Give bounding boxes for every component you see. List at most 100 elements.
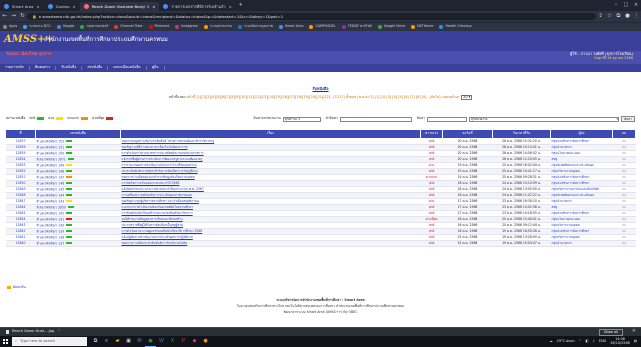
doc-number: ที่ นพ 04049/ว 138 xyxy=(36,235,65,240)
legend-item: ด่วนมาก xyxy=(67,117,89,121)
department-select[interactable]: ทุกหน่วยงาน ▾ xyxy=(469,116,619,122)
browser-tab[interactable]: รายการเอกสารที่มีการรับเข้าแล้ว × xyxy=(159,2,235,11)
status-filter-select[interactable]: ทุกสถานะ ▾ xyxy=(282,116,321,122)
tab-close-icon[interactable]: × xyxy=(73,4,76,9)
search-button[interactable]: ค้นหา xyxy=(621,116,635,122)
back-link[interactable]: ย้อนกลับ xyxy=(7,285,26,290)
profile-icon[interactable]: ● xyxy=(623,13,632,20)
app-icon[interactable]: ● xyxy=(200,336,211,347)
browser-tab[interactable]: Smart Area × xyxy=(0,2,44,11)
back-arrow-icon[interactable]: ← xyxy=(0,13,9,20)
menu-item[interactable]: คู่มือ xyxy=(147,66,165,70)
menu-item[interactable]: รายการหลัก xyxy=(0,66,30,70)
tab-favicon-icon xyxy=(163,4,169,9)
table-row[interactable]: 12840 ที่ นพ 04049/ว 137 ขอความร่วมมือประช… xyxy=(5,240,636,247)
table-body: 12857 ที่ นพ 04049/ว 152 ขอความอนุเคราะห์ป… xyxy=(5,138,636,247)
tab-close-icon[interactable]: × xyxy=(229,4,232,9)
column-header: ลบ xyxy=(612,129,636,139)
subject-link[interactable]: ขอความร่วมมือประชาสัมพันธ์การรับบริจาคโล… xyxy=(120,240,421,247)
language-indicator[interactable]: ENG xyxy=(599,339,606,343)
bookmark-item[interactable]: ระบบงาน DCC xyxy=(20,25,54,29)
share-icon[interactable]: ⇪ xyxy=(596,13,605,20)
doc-number: ที่ ศธ 04009/ว 3950 xyxy=(36,205,66,210)
forward-arrow-icon[interactable]: → xyxy=(9,13,18,20)
chevron-up-icon[interactable]: ⌃ xyxy=(57,330,60,334)
task-view-icon[interactable]: ⧉ xyxy=(90,336,101,347)
minimize-icon[interactable]: – xyxy=(611,3,621,8)
extensions-icon[interactable]: ⧉ xyxy=(614,13,623,20)
bookmark-item[interactable]: Pinterest xyxy=(146,25,173,29)
bookmark-item[interactable]: Apps xyxy=(0,25,20,29)
bookmark-item[interactable]: CAMPUSDEL xyxy=(306,25,338,29)
search-from-input[interactable] xyxy=(427,116,467,122)
weather-text[interactable]: 29°C ฝนตก xyxy=(557,339,575,343)
tab-favicon-icon xyxy=(83,4,89,9)
powerpoint-icon[interactable]: P xyxy=(178,336,189,347)
bookmark-item[interactable]: Instagram xyxy=(172,25,201,29)
clock[interactable]: 14:06 26/10/2566 xyxy=(610,337,630,345)
close-download-bar-icon[interactable]: × xyxy=(632,329,636,334)
bookmark-item[interactable]: Smart Area xyxy=(276,25,307,29)
menu-item[interactable]: ลงทะเบียนหนังสือ xyxy=(108,66,147,70)
bookmark-label: ระบบสารบรรณ xyxy=(209,24,232,29)
bookmark-label: Instagram xyxy=(181,24,198,29)
keyword-input[interactable] xyxy=(339,116,412,122)
tab-title: Smart Area xyxy=(12,3,34,9)
store-icon[interactable]: ▣ xyxy=(123,336,134,347)
maximize-icon[interactable]: □ xyxy=(621,3,631,8)
browser-tab[interactable]: Reach Down Illustrate Body! 1 × xyxy=(79,2,160,11)
menu-item[interactable]: ติดต่อสาร xyxy=(30,66,57,70)
urgency: ปกติ xyxy=(420,240,443,247)
bookmark-item[interactable]: กลุ่มงานศาสตร์ xyxy=(77,25,111,29)
pager-links[interactable]: หน้าที่ [1][2][3][4][5][6][7][8][9][10][… xyxy=(187,95,460,99)
windows-start-icon[interactable] xyxy=(0,336,11,347)
bookmark-item[interactable]: ระบบจัดการคุณภาพ xyxy=(235,25,276,29)
network-icon[interactable]: ◧ xyxy=(586,339,589,343)
bookmark-item[interactable]: Channel Tube xyxy=(111,25,145,29)
star-icon[interactable]: ☆ xyxy=(605,13,614,20)
edge-icon[interactable]: e xyxy=(101,336,112,347)
tab-close-icon[interactable]: × xyxy=(36,4,39,9)
clock-date: 26/10/2566 xyxy=(610,340,630,345)
bookmark-favicon-icon xyxy=(3,25,7,29)
word-icon[interactable]: W xyxy=(156,336,167,347)
bookmark-favicon-icon xyxy=(411,25,416,29)
bookmark-item[interactable]: NETHome xyxy=(408,25,436,29)
mail-icon[interactable]: ✉ xyxy=(134,336,145,347)
priority-bar xyxy=(66,181,73,185)
menu-kebab-icon[interactable]: ⋮ xyxy=(632,13,641,20)
bookmark-item[interactable]: Health Checkup xyxy=(436,25,474,29)
doc-date: 15 ต.ค. 2566 xyxy=(442,240,493,247)
bookmark-item[interactable]: Google xyxy=(54,25,78,29)
bookmark-item[interactable]: TEDDY ฝากไฟล์ xyxy=(339,25,375,29)
delete-action[interactable]: ลบ xyxy=(612,240,636,247)
menu-item[interactable]: รับหนังสือ xyxy=(56,66,83,70)
back-label: ย้อนกลับ xyxy=(13,285,26,289)
new-tab-icon[interactable]: + xyxy=(236,3,246,8)
excel-icon[interactable]: X xyxy=(167,336,178,347)
browser-tab[interactable]: Gunteo × xyxy=(44,2,80,11)
photos-icon[interactable]: ◆ xyxy=(189,336,200,347)
bookmark-favicon-icon xyxy=(203,25,208,29)
chrome-icon[interactable]: ◉ xyxy=(145,336,156,347)
bookmark-item[interactable]: Google Drive xyxy=(375,25,408,29)
volume-icon[interactable]: ♪ xyxy=(593,339,595,343)
legend-and-filters: สถานะหนังสือ ปกติ ด่วน ด่วนมาก ด่วนที่สุด ค… xyxy=(6,115,635,123)
reload-icon[interactable]: ↻ xyxy=(18,13,27,20)
doc-number: ที่ นพ 04049/ว 143 xyxy=(36,199,65,204)
legend-item: ปกติ xyxy=(29,117,45,121)
org-user-name: วันทนา ฉัตรไชย ธุรการ xyxy=(6,52,52,57)
tab-title: Gunteo xyxy=(55,3,70,9)
taskbar-search-box[interactable]: ⌕ Type here to search xyxy=(12,337,87,346)
per-page-select[interactable]: 20 ▾ xyxy=(461,95,473,101)
url-input[interactable]: 🔒 e-smartarea.ntk.go.th/index.php?action… xyxy=(27,13,596,20)
chevron-up-tray-icon[interactable]: ⌃ xyxy=(579,339,582,343)
download-item[interactable]: Reach Down Illust....jpg ⌃ xyxy=(6,330,60,334)
tab-close-icon[interactable]: × xyxy=(152,4,155,9)
close-icon[interactable]: × xyxy=(631,3,641,8)
notification-icon[interactable]: ▤ xyxy=(634,339,637,343)
menu-item[interactable]: ส่งหนังสือ xyxy=(82,66,109,70)
bookmark-item[interactable]: ระบบสารบรรณ xyxy=(201,25,235,29)
url-text: e-smartarea.ntk.go.th/index.php?action=d… xyxy=(38,13,284,19)
file-explorer-icon[interactable]: ▰ xyxy=(112,336,123,347)
